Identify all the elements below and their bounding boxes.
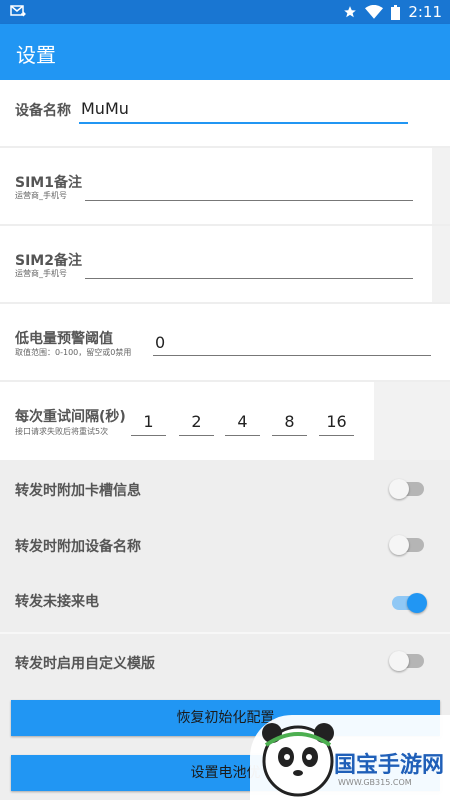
device-name-input[interactable]: MuMu bbox=[81, 99, 129, 118]
sim1-section: SIM1备注 运营商_手机号 bbox=[0, 148, 450, 224]
device-name-label: 设备名称 bbox=[15, 103, 71, 119]
device-name-section: 设备名称 MuMu bbox=[0, 80, 450, 146]
sim2-hint: 运营商_手机号 bbox=[15, 269, 67, 278]
low-battery-underline bbox=[153, 355, 431, 356]
retry-hint: 接口请求失败后将重试5次 bbox=[15, 427, 109, 436]
page-title: 设置 bbox=[16, 43, 56, 67]
retry-label: 每次重试间隔(秒) bbox=[15, 409, 126, 425]
retry-interval-4-input[interactable]: 8 bbox=[273, 412, 306, 431]
sim2-input[interactable] bbox=[86, 252, 412, 276]
wifi-icon bbox=[365, 5, 384, 19]
panda-icon bbox=[262, 723, 334, 797]
toggle-row-sim-slot[interactable]: 转发时附加卡槽信息 bbox=[0, 462, 450, 518]
app-bar: 设置 bbox=[0, 24, 450, 80]
star-icon bbox=[343, 5, 357, 19]
toggle-label-missed-call: 转发未接来电 bbox=[15, 594, 99, 610]
device-name-switch[interactable] bbox=[389, 535, 424, 555]
missed-call-switch[interactable] bbox=[392, 593, 427, 613]
toggle-row-device-name[interactable]: 转发时附加设备名称 bbox=[0, 518, 450, 574]
sim1-hint: 运营商_手机号 bbox=[15, 191, 67, 200]
sim1-label: SIM1备注 bbox=[15, 175, 82, 191]
low-battery-hint: 取值范围：0-100，留空或0禁用 bbox=[15, 348, 132, 357]
battery-icon bbox=[391, 4, 401, 20]
retry-section: 每次重试间隔(秒) 接口请求失败后将重试5次 1 2 4 8 16 bbox=[0, 382, 450, 460]
toggle-label-sim-slot: 转发时附加卡槽信息 bbox=[15, 483, 141, 499]
retry-interval-1-input[interactable]: 1 bbox=[132, 412, 165, 431]
watermark-url: WWW.GB315.COM bbox=[338, 778, 412, 787]
retry-interval-5-input[interactable]: 16 bbox=[320, 412, 353, 431]
sim1-underline bbox=[85, 200, 413, 201]
retry-interval-3-input[interactable]: 4 bbox=[226, 412, 259, 431]
low-battery-label: 低电量预警阈值 bbox=[15, 331, 113, 347]
toggle-row-missed-call[interactable]: 转发未接来电 bbox=[0, 574, 450, 632]
toggle-label-custom-template: 转发时启用自定义模版 bbox=[15, 656, 155, 672]
sim2-underline bbox=[85, 278, 413, 279]
custom-template-switch[interactable] bbox=[389, 651, 424, 671]
low-battery-section: 低电量预警阈值 取值范围：0-100，留空或0禁用 0 bbox=[0, 304, 450, 380]
retry-interval-2-input[interactable]: 2 bbox=[180, 412, 213, 431]
mail-notification-icon bbox=[10, 4, 26, 18]
sim2-label: SIM2备注 bbox=[15, 253, 82, 269]
status-time: 2:11 bbox=[408, 3, 442, 21]
status-bar: 2:11 bbox=[0, 0, 450, 24]
sim-slot-switch[interactable] bbox=[389, 479, 424, 499]
watermark-brand: 国宝手游网 bbox=[334, 753, 445, 778]
toggle-row-custom-template[interactable]: 转发时启用自定义模版 bbox=[0, 634, 450, 690]
toggle-label-device-name: 转发时附加设备名称 bbox=[15, 539, 141, 555]
low-battery-input[interactable]: 0 bbox=[155, 333, 165, 352]
sim2-section: SIM2备注 运营商_手机号 bbox=[0, 226, 450, 302]
sim1-input[interactable] bbox=[86, 174, 412, 198]
watermark-logo: 国宝手游网 WWW.GB315.COM bbox=[250, 715, 450, 800]
device-name-underline bbox=[79, 122, 408, 124]
